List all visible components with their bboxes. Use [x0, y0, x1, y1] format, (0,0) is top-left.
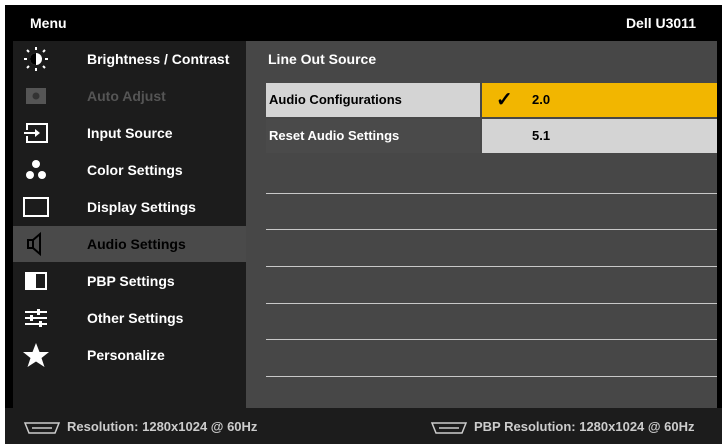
pbp-resolution-text: PBP Resolution: 1280x1024 @ 60Hz	[474, 419, 695, 434]
sidebar-item-label: Auto Adjust	[87, 88, 166, 104]
brightness-icon	[21, 46, 51, 72]
sidebar-item-label: Audio Settings	[87, 236, 186, 252]
color-settings-icon	[21, 157, 51, 183]
sidebar-item-label: Other Settings	[87, 310, 184, 326]
sidebar-item-input-source[interactable]: Input Source	[13, 115, 246, 151]
panel-title: Line Out Source	[268, 51, 377, 67]
option-value[interactable]: 5.1	[482, 119, 717, 153]
sidebar-item-label: Display Settings	[87, 199, 196, 215]
divider	[266, 376, 717, 377]
sidebar-item-personalize[interactable]: Personalize	[13, 337, 246, 373]
resolution-status: Resolution: 1280x1024 @ 60Hz	[23, 419, 257, 434]
option-row-audio-configurations[interactable]: Audio Configurations ✓ 2.0	[266, 83, 717, 117]
sliders-icon	[21, 305, 51, 331]
option-label: Reset Audio Settings	[266, 119, 480, 153]
pbp-resolution-status: PBP Resolution: 1280x1024 @ 60Hz	[430, 419, 695, 434]
star-icon	[21, 342, 51, 368]
osd-menu-window: Menu Dell U3011 Brightness / Contrast Au…	[5, 5, 722, 444]
status-bar: Resolution: 1280x1024 @ 60Hz PBP Resolut…	[5, 408, 722, 444]
sidebar-item-color-settings[interactable]: Color Settings	[13, 152, 246, 188]
option-value-text: 2.0	[532, 92, 551, 107]
checkmark-icon: ✓	[496, 89, 513, 111]
speaker-icon	[21, 231, 51, 257]
sidebar-item-label: Color Settings	[87, 162, 183, 178]
divider	[266, 303, 717, 304]
sidebar-item-audio-settings[interactable]: Audio Settings	[13, 226, 246, 262]
sidebar-item-label: PBP Settings	[87, 273, 175, 289]
option-row-reset-audio-settings[interactable]: Reset Audio Settings 5.1	[266, 119, 717, 153]
sidebar-item-label: Input Source	[87, 125, 173, 141]
connector-icon	[430, 421, 468, 434]
sidebar: Brightness / Contrast Auto Adjust Input …	[13, 41, 246, 408]
divider	[266, 266, 717, 267]
menu-title: Menu	[30, 15, 67, 31]
sidebar-item-display-settings[interactable]: Display Settings	[13, 189, 246, 225]
sidebar-item-label: Brightness / Contrast	[87, 51, 230, 67]
option-label: Audio Configurations	[266, 83, 480, 117]
pbp-icon	[21, 268, 51, 294]
sidebar-item-label: Personalize	[87, 347, 165, 363]
sidebar-item-other-settings[interactable]: Other Settings	[13, 300, 246, 336]
option-value[interactable]: ✓ 2.0	[482, 83, 717, 117]
sidebar-item-pbp-settings[interactable]: PBP Settings	[13, 263, 246, 299]
divider	[266, 229, 717, 230]
sidebar-item-brightness-contrast[interactable]: Brightness / Contrast	[13, 41, 246, 77]
divider	[266, 339, 717, 340]
resolution-text: Resolution: 1280x1024 @ 60Hz	[67, 419, 258, 434]
sidebar-item-auto-adjust: Auto Adjust	[13, 78, 246, 114]
option-value-text: 5.1	[532, 128, 551, 143]
display-settings-icon	[21, 194, 51, 220]
auto-adjust-icon	[21, 83, 51, 109]
options-panel: Line Out Source Audio Configurations ✓ 2…	[246, 41, 717, 408]
input-source-icon	[21, 120, 51, 146]
monitor-model: Dell U3011	[625, 15, 696, 31]
divider	[266, 193, 717, 194]
menu-header: Menu Dell U3011	[5, 5, 722, 40]
connector-icon	[23, 421, 61, 434]
